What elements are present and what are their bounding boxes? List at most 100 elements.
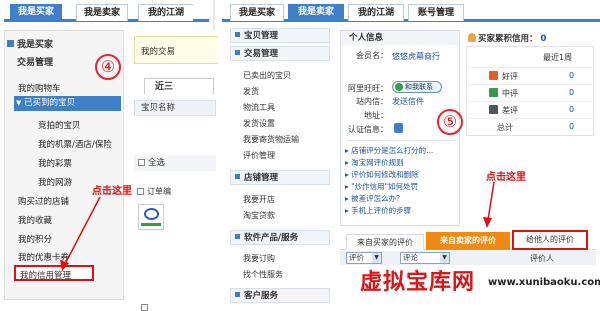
wangwang-contact-button[interactable]: 和我联系 bbox=[392, 81, 442, 93]
nav-head-baby-label: 宝贝管理 bbox=[244, 31, 279, 41]
tab-from-seller[interactable]: 来自卖家的评价 bbox=[426, 232, 510, 250]
cert-badge-icon[interactable] bbox=[394, 123, 403, 133]
nav-head-customer[interactable]: 客户服务 bbox=[230, 288, 330, 303]
nav-head-trade[interactable]: 交易管理 bbox=[230, 46, 330, 61]
tip-5-text: 被差评怎么办？ bbox=[351, 194, 404, 203]
olympic-logo-icon bbox=[144, 208, 159, 220]
credit-table: 最近1周 好评 0 中评 0 差评 0 总计 0 bbox=[466, 46, 594, 136]
nav-head-store[interactable]: 店铺管理 bbox=[230, 170, 330, 185]
bad-review-value[interactable]: 0 bbox=[569, 105, 574, 114]
good-review-icon bbox=[489, 71, 498, 80]
right-click-here-label: 点击这里 bbox=[486, 172, 526, 183]
tab-seller-r[interactable]: 我是卖家 bbox=[288, 4, 344, 21]
nav-order[interactable]: 我要订购 bbox=[243, 253, 275, 264]
nav-head-software[interactable]: 软件产品/服务 bbox=[230, 230, 330, 245]
my-trade-box: 我的交易 bbox=[134, 36, 219, 64]
logo-caption bbox=[141, 223, 161, 226]
tab-account-r[interactable]: 账号管理 bbox=[408, 4, 464, 21]
square-icon bbox=[235, 234, 240, 239]
tab-seller[interactable]: 我是卖家 bbox=[76, 4, 128, 21]
good-review-value[interactable]: 0 bbox=[569, 71, 574, 80]
filter-select-1[interactable]: 评价 ▼ bbox=[346, 252, 382, 264]
nav-ship-settings[interactable]: 发货设置 bbox=[243, 118, 275, 129]
step-4-badge: ④ bbox=[95, 54, 121, 80]
tab-to-others[interactable]: 给他人的评价 bbox=[512, 230, 588, 250]
mid-review-value[interactable]: 0 bbox=[569, 88, 574, 97]
cert-label: 认证信息： bbox=[348, 125, 388, 134]
nav-coupons[interactable]: 我的优惠卡券 bbox=[18, 251, 69, 263]
row-checkbox[interactable] bbox=[141, 304, 148, 311]
tip-6[interactable]: ▸ 手机上评价的步骤 bbox=[345, 205, 411, 216]
tip-4[interactable]: ▸ "炒作信用"如何处罚 bbox=[345, 181, 418, 192]
nav-game[interactable]: 我的网游 bbox=[38, 176, 72, 188]
nav-sold[interactable]: 已卖出的宝贝 bbox=[243, 70, 291, 81]
total-label: 总计 bbox=[497, 123, 513, 132]
minus-icon bbox=[7, 40, 14, 47]
nav-open-store[interactable]: 我要开店 bbox=[243, 194, 275, 205]
nav-head-store-label: 店铺管理 bbox=[244, 173, 279, 183]
recent-tab-label: 近三 bbox=[155, 82, 174, 92]
tip-1[interactable]: ▸ 店铺评分是怎么打分的... bbox=[345, 145, 433, 156]
chevron-down-icon: ▼ bbox=[440, 253, 449, 263]
member-label: 会员名： bbox=[356, 51, 388, 60]
tab-jianghu-r[interactable]: 我的江湖 bbox=[348, 4, 404, 21]
filter-select-2[interactable]: 评论 ▼ bbox=[400, 252, 450, 264]
send-message-link[interactable]: 发送信件 bbox=[392, 96, 424, 107]
nav-ship[interactable]: 发货 bbox=[243, 86, 259, 97]
avatar-icon bbox=[468, 33, 476, 42]
tip-6-text: 手机上评价的步骤 bbox=[351, 206, 412, 215]
tip-2[interactable]: ▸ 淘宝网评价规则 bbox=[345, 157, 404, 168]
nav-credit-label: 我的信用管理 bbox=[20, 271, 72, 281]
right-tab-bar: 我是买家 我是卖家 我的江湖 账号管理 bbox=[222, 4, 600, 22]
order-checkbox[interactable] bbox=[137, 188, 144, 195]
nav-tickets[interactable]: 我的机票/酒店/保险 bbox=[38, 138, 112, 150]
square-icon bbox=[235, 292, 240, 297]
wangwang-contact-label: 和我联系 bbox=[405, 83, 433, 91]
tab-jianghu[interactable]: 我的江湖 bbox=[138, 4, 193, 21]
select-all-row: 全选 bbox=[134, 155, 216, 171]
nav-review-mgmt[interactable]: 评价管理 bbox=[243, 150, 275, 161]
tab-buyer[interactable]: 我是买家 bbox=[10, 4, 62, 21]
nav-shops[interactable]: 购买过的店铺 bbox=[18, 195, 69, 207]
trade-mgmt-label: 交易管理 bbox=[17, 58, 54, 68]
nav-loan[interactable]: 淘宝贷款 bbox=[243, 210, 275, 221]
nav-freight[interactable]: 我要寄货物运输 bbox=[243, 134, 299, 145]
mid-review-label: 中评 bbox=[502, 89, 518, 98]
tip-5[interactable]: ▸ 被差评怎么办？ bbox=[345, 193, 404, 204]
nav-points[interactable]: 我的积分 bbox=[18, 233, 52, 245]
nav-lottery[interactable]: 我的彩票 bbox=[38, 157, 72, 169]
square-icon bbox=[235, 174, 240, 179]
select-all-checkbox[interactable] bbox=[138, 159, 145, 166]
nav-logistics[interactable]: 物流工具 bbox=[243, 102, 275, 113]
tab-buyer-r[interactable]: 我是买家 bbox=[230, 4, 284, 21]
review-tab-bar: 来自买家的评价 来自卖家的评价 给他人的评价 bbox=[340, 230, 596, 250]
nav-favorites[interactable]: 我的收藏 bbox=[18, 214, 52, 226]
nav-head-baby[interactable]: 宝贝管理 bbox=[230, 28, 330, 43]
info-divider bbox=[346, 140, 456, 141]
bad-review-icon bbox=[489, 105, 498, 114]
nav-bid[interactable]: 竞拍的宝贝 bbox=[38, 119, 81, 131]
col-baby-name: 宝贝名称 bbox=[141, 103, 176, 113]
member-name-link[interactable]: 悠悠虎幕商行 bbox=[392, 50, 450, 63]
credit-row-total: 总计 0 bbox=[467, 118, 593, 134]
nav-bought-selected[interactable]: ▼ 已买到的宝贝 bbox=[14, 96, 121, 111]
nav-credit-highlight[interactable]: 我的信用管理 bbox=[14, 265, 94, 281]
recent-tab[interactable]: 近三 bbox=[144, 78, 214, 94]
tip-3[interactable]: ▸ 评价如何修改和删除 bbox=[345, 169, 419, 180]
tab-from-buyer[interactable]: 来自买家的评价 bbox=[346, 234, 424, 250]
buyer-header-label: 我是买家 bbox=[17, 40, 54, 50]
col-header: 宝贝名称 bbox=[134, 100, 216, 116]
col-reviewer: 评价人 bbox=[530, 254, 554, 263]
total-value[interactable]: 0 bbox=[569, 122, 574, 131]
nav-cart[interactable]: 我的购物车 bbox=[18, 82, 61, 94]
nav-personal-svc[interactable]: 找个性服务 bbox=[243, 269, 283, 280]
credit-row-bad: 差评 0 bbox=[467, 101, 593, 117]
buyer-credit-value[interactable]: 0 bbox=[540, 34, 546, 44]
left-tab-bar: 我是买家 我是卖家 我的江湖 bbox=[4, 4, 209, 22]
wangwang-icon bbox=[395, 83, 403, 91]
left-panel: 我是买家 我是卖家 我的江湖 我是买家 交易管理 我的购物车 ▼ 已买到的宝贝 … bbox=[0, 0, 219, 311]
caret-down-icon: ▼ bbox=[16, 99, 22, 107]
tip-1-text: 店铺评分是怎么打分的... bbox=[351, 146, 434, 155]
product-thumbnail[interactable] bbox=[138, 204, 164, 230]
credit-row-mid: 中评 0 bbox=[467, 84, 593, 100]
